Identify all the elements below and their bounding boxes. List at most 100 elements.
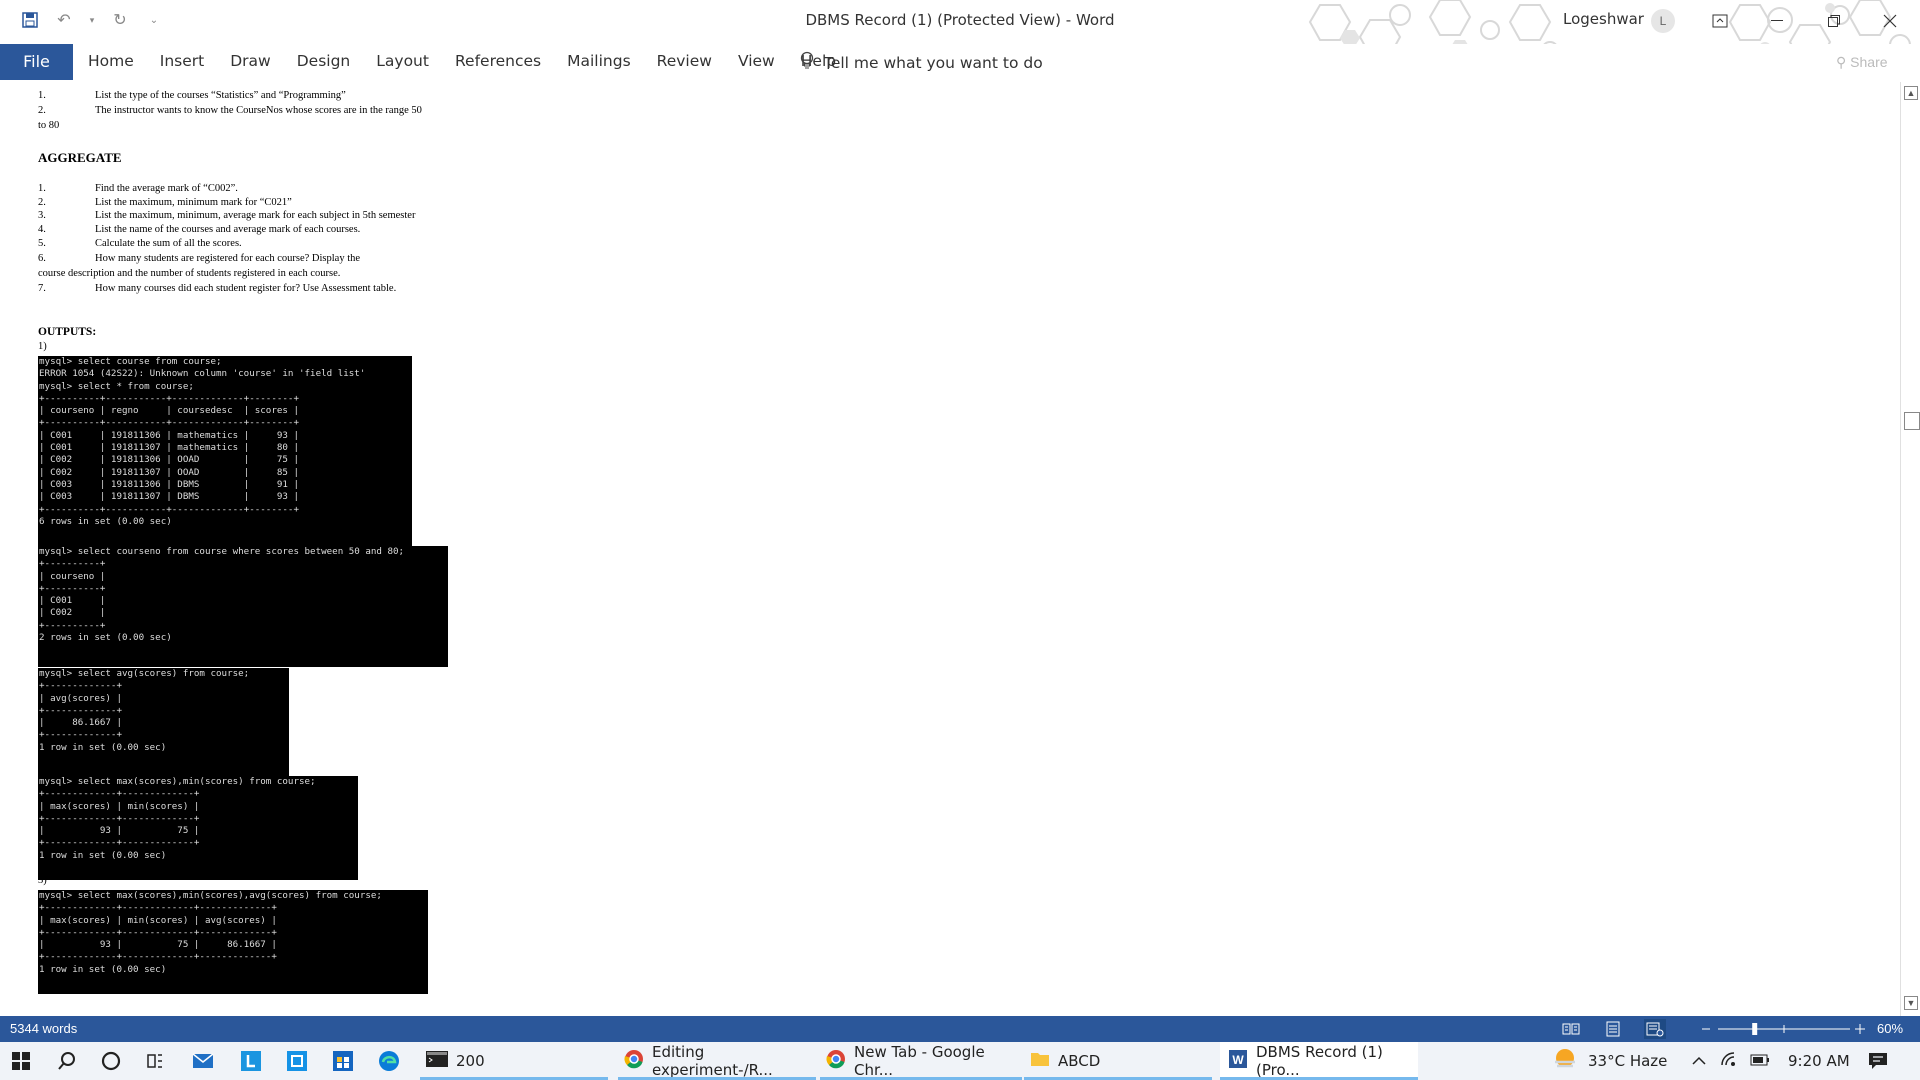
list-item-text: List the maximum, minimum, average mark … bbox=[95, 210, 416, 221]
tell-me-search[interactable]: Tell me what you want to do bbox=[800, 51, 1043, 75]
lightbulb-icon bbox=[800, 51, 814, 75]
terminal-icon bbox=[426, 1051, 448, 1071]
weather-widget[interactable]: 33°C Haze bbox=[1552, 1042, 1667, 1080]
output-label: 1) bbox=[38, 653, 47, 664]
taskbar-app-chrome-1[interactable]: Editing experiment-/R... bbox=[618, 1042, 816, 1080]
battery-icon[interactable] bbox=[1750, 1052, 1770, 1070]
chevron-up-icon[interactable] bbox=[1692, 1052, 1706, 1070]
ribbon-tabs: Home Insert Draw Design Layout Reference… bbox=[88, 52, 862, 70]
notifications-icon[interactable] bbox=[1868, 1042, 1888, 1080]
taskbar: 200 Editing experiment-/R... New Tab - G… bbox=[0, 1042, 1920, 1080]
taskbar-app-terminal[interactable]: 200 bbox=[420, 1042, 608, 1080]
tab-insert[interactable]: Insert bbox=[160, 52, 204, 70]
terminal-output-5: mysql> select max(scores),min(scores),av… bbox=[38, 890, 428, 994]
share-button[interactable]: ⚲ Share bbox=[1836, 54, 1888, 71]
output-label: 3) bbox=[38, 875, 47, 886]
ribbon-display-options-button[interactable] bbox=[1700, 6, 1740, 36]
list-item-continuation: course description and the number of stu… bbox=[38, 268, 341, 279]
weather-text: 33°C Haze bbox=[1588, 1052, 1668, 1070]
taskbar-app-label: New Tab - Google Chr... bbox=[854, 1043, 985, 1079]
list-item-text: How many students are registered for eac… bbox=[95, 253, 361, 264]
list-number: 6. bbox=[38, 253, 46, 264]
list-item-text: How many courses did each student regist… bbox=[95, 283, 397, 294]
scroll-thumb[interactable] bbox=[1904, 412, 1920, 430]
document-page[interactable]: 1. List the type of the courses “Statist… bbox=[0, 82, 1900, 1016]
tray-icons bbox=[1692, 1042, 1788, 1080]
terminal-output-2: mysql> select courseno from course where… bbox=[38, 546, 448, 667]
ribbon: File Home Insert Draw Design Layout Refe… bbox=[0, 44, 1920, 82]
tab-mailings[interactable]: Mailings bbox=[567, 52, 631, 70]
web-layout-icon[interactable] bbox=[1644, 1019, 1666, 1039]
wifi-icon[interactable] bbox=[1720, 1051, 1738, 1071]
zoom-thumb bbox=[1752, 1023, 1758, 1035]
tab-review[interactable]: Review bbox=[657, 52, 712, 70]
taskbar-app-label: 200 bbox=[456, 1052, 485, 1070]
task-view-icon[interactable] bbox=[140, 1046, 170, 1076]
store-app-icon[interactable] bbox=[282, 1046, 312, 1076]
avatar[interactable]: L bbox=[1651, 9, 1675, 33]
list-item-text: The instructor wants to know the CourseN… bbox=[95, 105, 422, 116]
restore-button[interactable] bbox=[1814, 6, 1854, 36]
read-mode-icon[interactable] bbox=[1560, 1019, 1582, 1039]
close-button[interactable] bbox=[1870, 6, 1910, 36]
word-count[interactable]: 5344 words bbox=[10, 1021, 77, 1036]
output-label: 2) bbox=[38, 531, 47, 542]
tab-layout[interactable]: Layout bbox=[376, 52, 429, 70]
list-item: 1. bbox=[38, 90, 46, 101]
list-item-text: List the name of the courses and average… bbox=[95, 224, 361, 235]
svg-text:W: W bbox=[1232, 1053, 1244, 1067]
scroll-up-icon[interactable]: ▲ bbox=[1904, 86, 1918, 100]
share-icon: ⚲ bbox=[1836, 54, 1851, 70]
folder-icon bbox=[1030, 1050, 1050, 1072]
list-number: 5. bbox=[38, 238, 46, 249]
tell-me-label: Tell me what you want to do bbox=[824, 54, 1043, 72]
zoom-slider[interactable] bbox=[1700, 1019, 1870, 1039]
taskbar-app-chrome-2[interactable]: New Tab - Google Chr... bbox=[820, 1042, 1022, 1080]
word-icon: W bbox=[1228, 1049, 1248, 1073]
minimize-button[interactable] bbox=[1757, 6, 1797, 36]
taskbar-app-label: Editing experiment-/R... bbox=[652, 1043, 773, 1079]
view-buttons bbox=[1560, 1019, 1666, 1039]
terminal-output-4: mysql> select max(scores),min(scores) fr… bbox=[38, 776, 358, 880]
clock[interactable]: 9:20 AM bbox=[1788, 1042, 1850, 1080]
list-number: 7. bbox=[38, 283, 46, 294]
windows-start-icon[interactable] bbox=[6, 1046, 36, 1076]
list-item-text: List the type of the courses “Statistics… bbox=[95, 90, 346, 101]
output-label: 2) bbox=[38, 762, 47, 773]
search-icon[interactable] bbox=[52, 1046, 82, 1076]
status-bar: 5344 words 60% bbox=[0, 1016, 1920, 1042]
list-number: 1. bbox=[38, 183, 46, 194]
taskbar-app-word[interactable]: W DBMS Record (1) (Pro... bbox=[1220, 1042, 1418, 1080]
tab-home[interactable]: Home bbox=[88, 52, 134, 70]
list-item-text: List the maximum, minimum mark for “C021… bbox=[95, 197, 292, 208]
list-item: 2. bbox=[38, 105, 46, 116]
list-item-text: Calculate the sum of all the scores. bbox=[95, 238, 242, 249]
tab-draw[interactable]: Draw bbox=[230, 52, 270, 70]
title-bar: ↶ ▾ ↻ ⌄ DBMS Record (1) (Protected View)… bbox=[0, 0, 1920, 61]
chrome-icon bbox=[624, 1049, 644, 1073]
zoom-level[interactable]: 60% bbox=[1877, 1021, 1903, 1036]
tab-references[interactable]: References bbox=[455, 52, 541, 70]
share-label: Share bbox=[1850, 54, 1888, 70]
section-heading-aggregate: AGGREGATE bbox=[38, 150, 122, 165]
weather-haze-icon bbox=[1552, 1048, 1578, 1074]
mail-icon[interactable] bbox=[188, 1046, 218, 1076]
tab-view[interactable]: View bbox=[738, 52, 775, 70]
section-heading-outputs: OUTPUTS: bbox=[38, 326, 97, 338]
lync-app-icon[interactable] bbox=[236, 1046, 266, 1076]
vertical-scrollbar[interactable]: ▲ ▼ bbox=[1900, 82, 1920, 1016]
cortana-icon[interactable] bbox=[96, 1046, 126, 1076]
calendar-app-icon[interactable] bbox=[328, 1046, 358, 1076]
print-layout-icon[interactable] bbox=[1602, 1019, 1624, 1039]
taskbar-app-label: DBMS Record (1) (Pro... bbox=[1256, 1043, 1383, 1079]
list-number: 3. bbox=[38, 210, 46, 221]
user-name[interactable]: Logeshwar bbox=[1563, 10, 1644, 28]
list-item-continuation: to 80 bbox=[38, 120, 60, 131]
chrome-icon bbox=[826, 1049, 846, 1073]
output-label: 1) bbox=[38, 341, 47, 352]
scroll-down-icon[interactable]: ▼ bbox=[1904, 996, 1918, 1010]
tab-file[interactable]: File bbox=[0, 44, 73, 80]
taskbar-app-folder[interactable]: ABCD bbox=[1024, 1042, 1212, 1080]
tab-design[interactable]: Design bbox=[297, 52, 351, 70]
edge-icon[interactable] bbox=[374, 1046, 404, 1076]
